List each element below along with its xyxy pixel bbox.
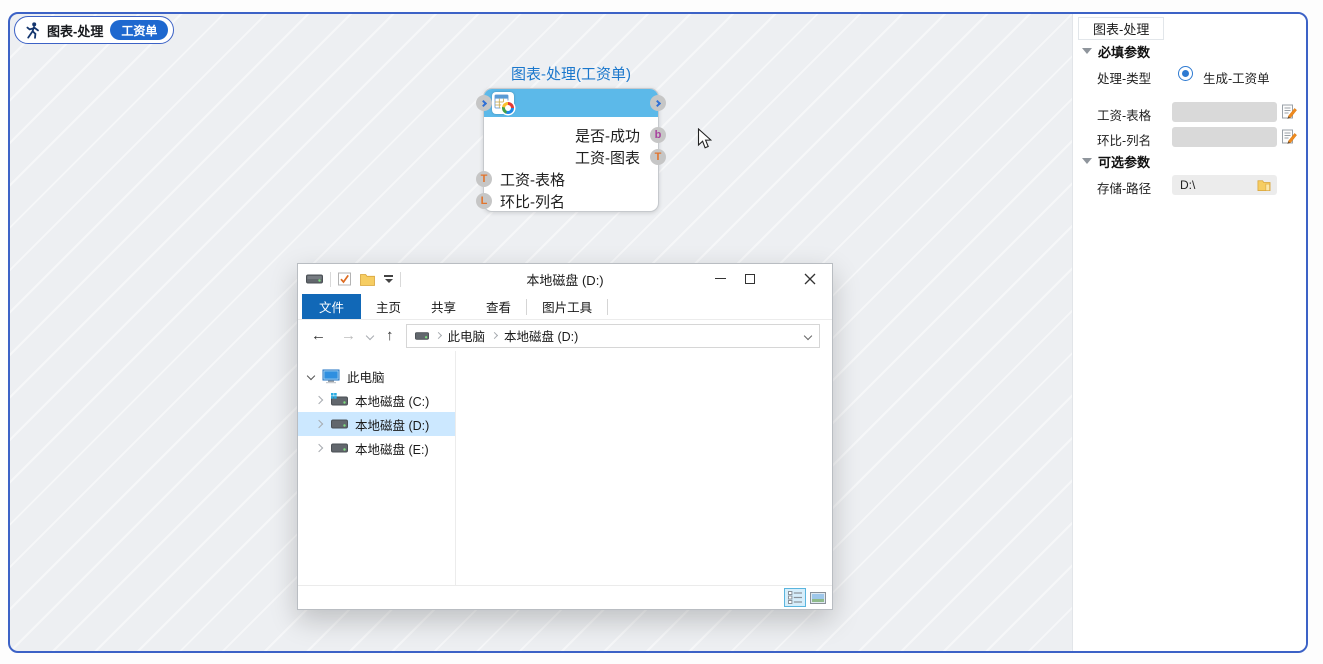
minimize-button[interactable] — [706, 264, 734, 293]
breadcrumb-chevron-icon[interactable] — [434, 332, 441, 339]
recent-locations-dropdown-icon[interactable] — [366, 331, 374, 339]
tab-file[interactable]: 文件 — [302, 294, 361, 319]
storage-path-label: 存储-路径 — [1097, 178, 1151, 197]
expander-collapsed-icon[interactable] — [315, 444, 323, 452]
drive-icon — [415, 331, 429, 341]
address-bar-row: ← → ↑ 此电脑 本地磁盘 (D:) — [298, 320, 832, 351]
process-type-label: 处理-类型 — [1097, 68, 1151, 87]
forward-button[interactable]: → — [341, 328, 356, 343]
panel-tab[interactable]: 图表-处理 — [1078, 17, 1164, 40]
input-port-table[interactable]: T — [476, 171, 492, 187]
tree-item-drive-e[interactable]: 本地磁盘 (E:) — [298, 436, 455, 460]
output-label: 工资-图表 — [575, 147, 640, 168]
expander-collapsed-icon[interactable] — [315, 396, 323, 404]
process-type-value: 生成-工资单 — [1203, 68, 1270, 87]
computer-icon — [322, 369, 340, 384]
breadcrumb-this-pc[interactable]: 此电脑 — [448, 326, 486, 345]
input-label: 环比-列名 — [500, 191, 565, 212]
explorer-titlebar[interactable]: 本地磁盘 (D:) — [298, 264, 832, 294]
tree-item-this-pc[interactable]: 此电脑 — [298, 364, 455, 388]
details-view-button[interactable] — [784, 588, 806, 607]
expander-expanded-icon[interactable] — [307, 372, 315, 380]
tab-home[interactable]: 主页 — [361, 294, 416, 319]
flow-node[interactable]: 是否-成功 b 工资-图表 T T 工资-表格 L 环比-列名 — [483, 88, 659, 212]
ribbon-tabs: 文件 主页 共享 查看 图片工具 — [298, 294, 832, 320]
chevron-right-icon — [479, 99, 486, 106]
storage-path-value: D:\ — [1180, 178, 1195, 192]
address-bar[interactable]: 此电脑 本地磁盘 (D:) — [406, 324, 821, 348]
quick-access-toolbar — [306, 272, 408, 287]
separator — [330, 272, 331, 287]
maximize-button[interactable] — [736, 264, 764, 293]
edit-pencil-icon — [1281, 128, 1298, 145]
tree-item-label: 此电脑 — [347, 367, 385, 386]
tree-item-drive-c[interactable]: 本地磁盘 (C:) — [298, 388, 455, 412]
optional-params-section-title[interactable]: 可选参数 — [1098, 152, 1150, 171]
node-header[interactable] — [484, 89, 658, 117]
tree-item-label: 本地磁盘 (C:) — [355, 391, 429, 410]
back-button[interactable]: ← — [311, 328, 326, 343]
process-type-radio[interactable] — [1178, 66, 1193, 81]
properties-panel: 图表-处理 必填参数 处理-类型 生成-工资单 工资-表格 环比-列名 可选参数… — [1072, 14, 1304, 651]
mouse-cursor — [697, 128, 712, 155]
close-button[interactable] — [792, 264, 828, 293]
checkbox-properties-icon[interactable] — [338, 272, 351, 286]
up-button[interactable]: ↑ — [386, 328, 394, 343]
drive-icon — [331, 442, 348, 454]
address-dropdown-icon[interactable] — [804, 331, 812, 339]
chevron-right-icon — [653, 99, 660, 106]
canvas-tab[interactable]: 图表-处理 工资单 — [14, 16, 174, 44]
separator — [400, 272, 401, 287]
tab-picture-tools[interactable]: 图片工具 — [527, 294, 607, 319]
collapse-triangle-icon[interactable] — [1082, 158, 1092, 164]
ratio-column-label: 环比-列名 — [1097, 130, 1151, 149]
node-title: 图表-处理(工资单) — [483, 63, 659, 84]
input-port-list[interactable]: L — [476, 193, 492, 209]
edit-pencil-icon — [1281, 103, 1298, 120]
new-folder-icon[interactable] — [360, 273, 375, 286]
output-label: 是否-成功 — [575, 125, 640, 146]
expander-collapsed-icon[interactable] — [315, 420, 323, 428]
drive-icon — [306, 273, 323, 285]
salary-table-input[interactable] — [1172, 102, 1277, 122]
output-port-bool[interactable]: b — [650, 127, 666, 143]
input-label: 工资-表格 — [500, 169, 565, 190]
folder-browse-icon[interactable] — [1257, 178, 1271, 192]
salary-table-edit-button[interactable] — [1280, 102, 1298, 120]
thumbnail-view-button[interactable] — [807, 588, 829, 607]
file-list-pane — [457, 351, 832, 585]
output-port-table[interactable]: T — [650, 149, 666, 165]
canvas-tab-label: 图表-处理 — [47, 21, 103, 40]
breadcrumb-drive-d[interactable]: 本地磁盘 (D:) — [504, 326, 578, 345]
tab-view[interactable]: 查看 — [471, 294, 526, 319]
separator — [607, 299, 608, 315]
breadcrumb-chevron-icon[interactable] — [491, 332, 498, 339]
explorer-window: 本地磁盘 (D:) 文件 主页 共享 查看 图片工具 ← → ↑ 此电脑 — [297, 263, 833, 610]
qat-dropdown-icon[interactable] — [384, 275, 393, 283]
tab-share[interactable]: 共享 — [416, 294, 471, 319]
runner-icon — [25, 22, 40, 39]
system-drive-icon — [331, 393, 348, 407]
flow-in-port[interactable] — [476, 95, 492, 111]
ratio-column-input[interactable] — [1172, 127, 1277, 147]
ratio-column-edit-button[interactable] — [1280, 127, 1298, 145]
storage-path-input[interactable]: D:\ — [1172, 175, 1277, 195]
flow-out-port[interactable] — [650, 95, 666, 111]
required-params-section-title[interactable]: 必填参数 — [1098, 42, 1150, 61]
navigation-tree: 此电脑 本地磁盘 (C:) 本地磁盘 (D:) — [298, 351, 456, 585]
node-chart-table-icon — [492, 92, 514, 114]
drive-icon — [331, 418, 348, 430]
salary-table-label: 工资-表格 — [1097, 105, 1151, 124]
canvas-tab-badge: 工资单 — [110, 20, 168, 40]
status-bar — [298, 585, 832, 609]
tree-item-label: 本地磁盘 (E:) — [355, 439, 429, 458]
tree-item-label: 本地磁盘 (D:) — [355, 415, 429, 434]
collapse-triangle-icon[interactable] — [1082, 48, 1092, 54]
tree-item-drive-d[interactable]: 本地磁盘 (D:) — [298, 412, 455, 436]
donut-chart-glyph — [502, 102, 514, 114]
explorer-content: 此电脑 本地磁盘 (C:) 本地磁盘 (D:) — [298, 351, 832, 585]
